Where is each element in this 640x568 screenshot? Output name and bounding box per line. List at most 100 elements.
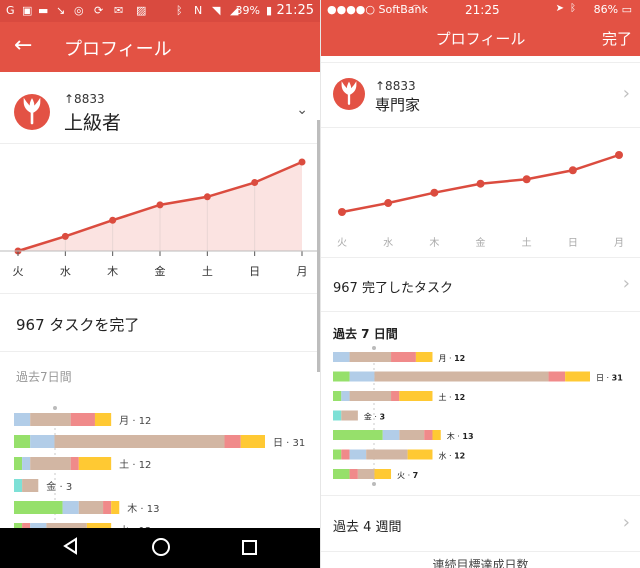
status-time: 21:25: [276, 3, 314, 18]
circle-home-icon[interactable]: [150, 536, 172, 558]
data-point: [384, 199, 393, 208]
missed-call-icon: ↘: [56, 4, 66, 17]
bar-segment: [333, 410, 342, 421]
bar-segment: [62, 501, 79, 514]
x-tick-label: 水: [60, 265, 71, 278]
data-point: [251, 179, 259, 187]
bar-segment: [333, 391, 342, 401]
x-tick-label: 日: [249, 265, 260, 278]
bar-label: 金 · 3: [364, 412, 385, 422]
bar-segment: [349, 371, 375, 382]
bar-segment: [333, 352, 350, 362]
x-tick-label: 火: [13, 265, 24, 278]
karma-level: 上級者: [64, 112, 122, 134]
daily-tasks-bar-chart: 月 · 12日 · 31土 · 12金 · 3木 · 13水 · 12: [14, 406, 305, 528]
bar-segment: [94, 413, 112, 426]
square-recents-icon[interactable]: [240, 536, 260, 558]
bar-segment: [70, 413, 95, 426]
karma-level: 専門家: [375, 96, 421, 114]
bar-label: 日 · 31: [596, 374, 623, 383]
bar-segment: [14, 413, 31, 426]
data-point: [61, 232, 69, 240]
location-icon: ➤: [555, 3, 564, 14]
bar-segment: [224, 435, 241, 448]
average-marker-dot: [372, 482, 376, 486]
karma-points: ↑8833: [64, 92, 105, 106]
bar-segment: [407, 449, 433, 460]
bar-segment: [78, 457, 112, 470]
hat-icon: ▬: [38, 4, 49, 17]
bar-segment: [341, 391, 350, 401]
average-marker-dot: [53, 406, 57, 410]
bar-label: 月 · 12: [119, 415, 151, 427]
last-7-days-section: 過去7日間 月 · 12日 · 31土 · 12金 · 3木 · 13水 · 1…: [0, 352, 320, 528]
data-point: [298, 158, 306, 166]
x-tick-label: 金: [476, 236, 486, 249]
completed-tasks-row[interactable]: 967 タスクを完了: [0, 294, 320, 352]
x-tick-label: 月: [614, 237, 624, 249]
bar-segment: [374, 469, 392, 479]
average-marker-dot: [372, 346, 376, 350]
bar-segment: [333, 430, 383, 440]
profile-header[interactable]: ↑8833 上級者 ⌄: [0, 72, 320, 144]
data-point: [568, 166, 577, 175]
bar-segment: [349, 391, 392, 401]
bar-segment: [22, 457, 31, 470]
page-title: プロフィール: [64, 39, 172, 60]
battery-icon: ▭: [621, 3, 632, 16]
bar-segment: [349, 469, 358, 479]
chevron-right-icon: ›: [622, 512, 630, 533]
sync-icon: ⟳: [94, 4, 104, 17]
chevron-right-icon: ›: [622, 273, 630, 294]
bar-segment: [30, 413, 71, 426]
bar-segment: [30, 435, 55, 448]
bar-label: 木 · 13: [127, 503, 159, 515]
done-button[interactable]: 完了: [602, 28, 632, 49]
x-tick-label: 日: [568, 238, 578, 249]
bar-segment: [341, 410, 358, 421]
x-tick-label: 水: [383, 237, 393, 249]
last-4-weeks-row[interactable]: 過去 4 週間 ›: [321, 496, 640, 552]
bar-segment: [432, 430, 441, 440]
bar-segment: [424, 430, 433, 440]
tulip-logo-icon: [333, 78, 365, 110]
gmail-icon: ✉: [114, 4, 124, 17]
bar-label: 土 · 12: [438, 392, 465, 402]
ios-status-bar: ●●●●○ SoftBank ◠ 21:25 ➤ ᛒ 86% ▭: [321, 0, 640, 20]
daily-tasks-bar-chart: 月 · 12 日 · 31 土 · 12 金 · 3 木 · 13 水 · 12 火 · 7: [333, 346, 623, 486]
status-time: 21:25: [465, 3, 500, 17]
bar-segment: [548, 371, 566, 382]
android-status-bar: G ▣ ▬ ↘ ◎ ⟳ ✉ ▨ ᛒ Ν ◥ ◢ 39% ▮ 21:25: [0, 0, 320, 22]
bar-segment: [22, 479, 39, 492]
chevron-down-icon[interactable]: ⌄: [296, 102, 308, 118]
bar-segment: [54, 435, 225, 448]
bar-segment: [349, 352, 392, 362]
bar-segment: [78, 501, 104, 514]
bar-label: 火 · 7: [397, 471, 418, 480]
photo-icon: ▣: [22, 4, 33, 17]
wifi-icon: ◥: [212, 4, 221, 17]
bar-segment: [333, 469, 350, 479]
bar-segment: [415, 352, 433, 362]
completed-tasks-row[interactable]: 967 完了したタスク ›: [321, 258, 640, 312]
triangle-back-icon[interactable]: [62, 536, 80, 556]
bar-segment: [70, 457, 79, 470]
bar-segment: [341, 449, 350, 460]
nfc-icon: Ν: [194, 4, 203, 17]
bar-segment: [399, 391, 433, 401]
x-tick-label: 木: [429, 237, 439, 249]
last-7-days-section: 過去 7 日間 月 · 12 日 · 31 土 · 12 金 · 3木 · 13 水 ·…: [321, 312, 640, 496]
profile-header[interactable]: ↑8833 専門家 ›: [321, 62, 640, 128]
bar-label: 水 · 12: [438, 451, 465, 461]
data-point: [338, 208, 346, 216]
arrow-back-icon[interactable]: ←: [14, 32, 32, 60]
bar-label: 日 · 31: [273, 438, 305, 449]
bar-segment: [333, 449, 342, 460]
x-tick-label: 火: [337, 237, 347, 249]
app-bar: ← プロフィール: [0, 22, 320, 72]
data-point: [156, 201, 164, 209]
data-point: [615, 151, 623, 159]
bar-segment: [333, 371, 350, 382]
chevron-right-icon[interactable]: ›: [623, 83, 630, 104]
bluetooth-icon: ᛒ: [570, 3, 576, 14]
